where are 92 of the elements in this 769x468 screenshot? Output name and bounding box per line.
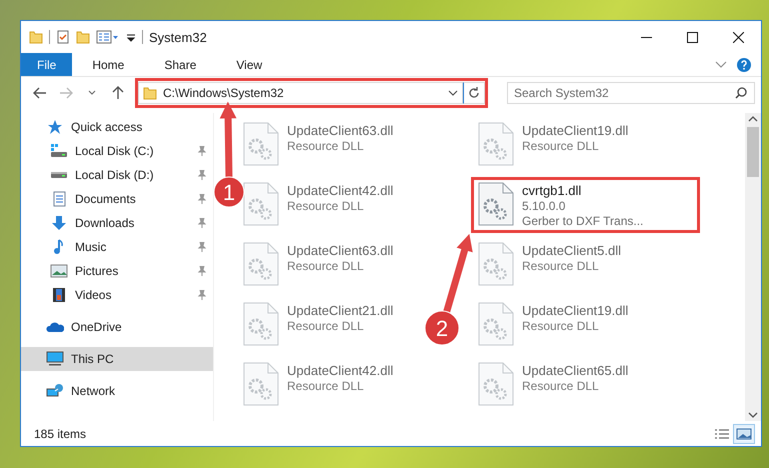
gear-file-icon <box>478 122 514 166</box>
step-number-badge: 1 <box>214 176 244 208</box>
sidebar-item[interactable]: Pictures <box>21 259 213 283</box>
maximize-icon <box>686 32 698 42</box>
refresh-button[interactable] <box>463 82 485 104</box>
file-name: cvrtgb1.dll <box>522 183 582 198</box>
search-icon <box>735 87 747 99</box>
network-icon <box>46 383 64 399</box>
document-icon <box>51 191 67 207</box>
file-detail: 5.10.0.0 <box>522 199 566 213</box>
properties-dropdown-icon[interactable] <box>96 30 120 44</box>
ribbon-tab[interactable]: Share <box>144 53 216 76</box>
item-count: 185 items <box>34 426 88 440</box>
address-bar[interactable]: C:\Windows\System32 <box>138 82 463 104</box>
new-folder-icon[interactable] <box>76 30 90 44</box>
gear-file-icon <box>243 362 279 406</box>
picture-icon <box>736 428 752 440</box>
file-detail: Resource DLL <box>287 379 365 393</box>
ribbon-tab[interactable]: Home <box>72 53 144 76</box>
file-detail: Resource DLL <box>287 259 365 273</box>
checklist-icon[interactable] <box>56 30 70 44</box>
gear-file-icon <box>243 302 279 346</box>
file-detail: Gerber to DXF Trans... <box>522 214 644 228</box>
file-detail: Resource DLL <box>522 379 600 393</box>
gear-file-icon <box>478 362 514 406</box>
file-name: UpdateClient63.dll <box>287 243 394 258</box>
forward-arrow-icon <box>59 87 73 99</box>
pin-icon[interactable] <box>197 146 207 156</box>
file-detail: Resource DLL <box>287 139 365 153</box>
gear-file-icon <box>243 122 279 166</box>
sidebar-item[interactable]: Local Disk (D:) <box>21 163 213 187</box>
details-list-icon <box>714 428 730 440</box>
search-field[interactable]: Search System32 <box>507 82 755 104</box>
gear-file-icon <box>243 242 279 286</box>
file-menu-button[interactable]: File <box>21 53 72 76</box>
ribbon-tab[interactable]: View <box>216 53 282 76</box>
sidebar-item[interactable]: Network <box>21 379 213 403</box>
folder-icon[interactable] <box>29 30 43 44</box>
pin-icon[interactable] <box>197 194 207 204</box>
file-detail: Resource DLL <box>287 319 365 333</box>
drive-icon <box>51 172 67 178</box>
up-arrow-icon <box>112 86 124 100</box>
step-number-badge: 2 <box>424 310 460 346</box>
sidebar-item[interactable]: Documents <box>21 187 213 211</box>
sidebar-item[interactable]: Downloads <box>21 211 213 235</box>
sidebar-item[interactable]: This PC <box>21 347 213 371</box>
pin-icon[interactable] <box>197 266 207 276</box>
gear-file-icon <box>478 242 514 286</box>
expand-ribbon-icon[interactable] <box>715 60 727 68</box>
film-icon <box>51 287 67 303</box>
star-icon <box>47 119 63 135</box>
file-name: UpdateClient19.dll <box>522 303 628 318</box>
drive-icon <box>50 143 68 159</box>
pin-icon[interactable] <box>197 290 207 300</box>
dropdown-caret-icon[interactable] <box>448 90 458 96</box>
file-name: UpdateClient42.dll <box>287 183 394 198</box>
large-icons-view-button[interactable] <box>733 424 755 444</box>
sidebar-item[interactable]: Quick access <box>21 115 213 139</box>
file-name: UpdateClient19.dll <box>522 123 628 138</box>
close-icon <box>732 32 744 42</box>
window-title: System32 <box>149 30 208 44</box>
scrollbar-thumb[interactable] <box>747 127 759 177</box>
file-name: UpdateClient5.dll <box>522 243 622 258</box>
picture-icon <box>50 263 68 279</box>
refresh-icon <box>468 87 480 99</box>
minimize-icon <box>640 36 652 38</box>
gear-file-icon <box>478 302 514 346</box>
file-detail: Resource DLL <box>522 139 600 153</box>
sidebar-item[interactable]: Videos <box>21 283 213 307</box>
folder-icon <box>143 86 157 100</box>
file-name: UpdateClient42.dll <box>287 363 394 378</box>
scrollbar[interactable] <box>745 113 761 421</box>
sidebar-item[interactable]: OneDrive <box>21 315 213 339</box>
file-detail: Resource DLL <box>287 199 365 213</box>
monitor-icon <box>46 351 64 367</box>
file-tile[interactable]: cvrtgb1.dll 5.10.0.0 Gerber to DXF Trans... <box>471 177 700 233</box>
down-arrow-icon <box>51 215 67 231</box>
file-detail: Resource DLL <box>522 259 600 273</box>
file-name: UpdateClient63.dll <box>287 123 394 138</box>
file-name: UpdateClient21.dll <box>287 303 394 318</box>
pin-icon[interactable] <box>197 170 207 180</box>
gear-file-icon <box>243 182 279 226</box>
sidebar-item[interactable]: Local Disk (C:) <box>21 139 213 163</box>
pin-icon[interactable] <box>197 218 207 228</box>
file-name: UpdateClient65.dll <box>522 363 628 378</box>
help-icon[interactable] <box>737 58 751 72</box>
sidebar-item[interactable]: Music <box>21 235 213 259</box>
file-detail: Resource DLL <box>522 319 600 333</box>
back-arrow-icon <box>33 87 47 99</box>
gear-file-icon <box>478 182 514 226</box>
pin-icon[interactable] <box>197 242 207 252</box>
caret-icon <box>88 90 96 96</box>
